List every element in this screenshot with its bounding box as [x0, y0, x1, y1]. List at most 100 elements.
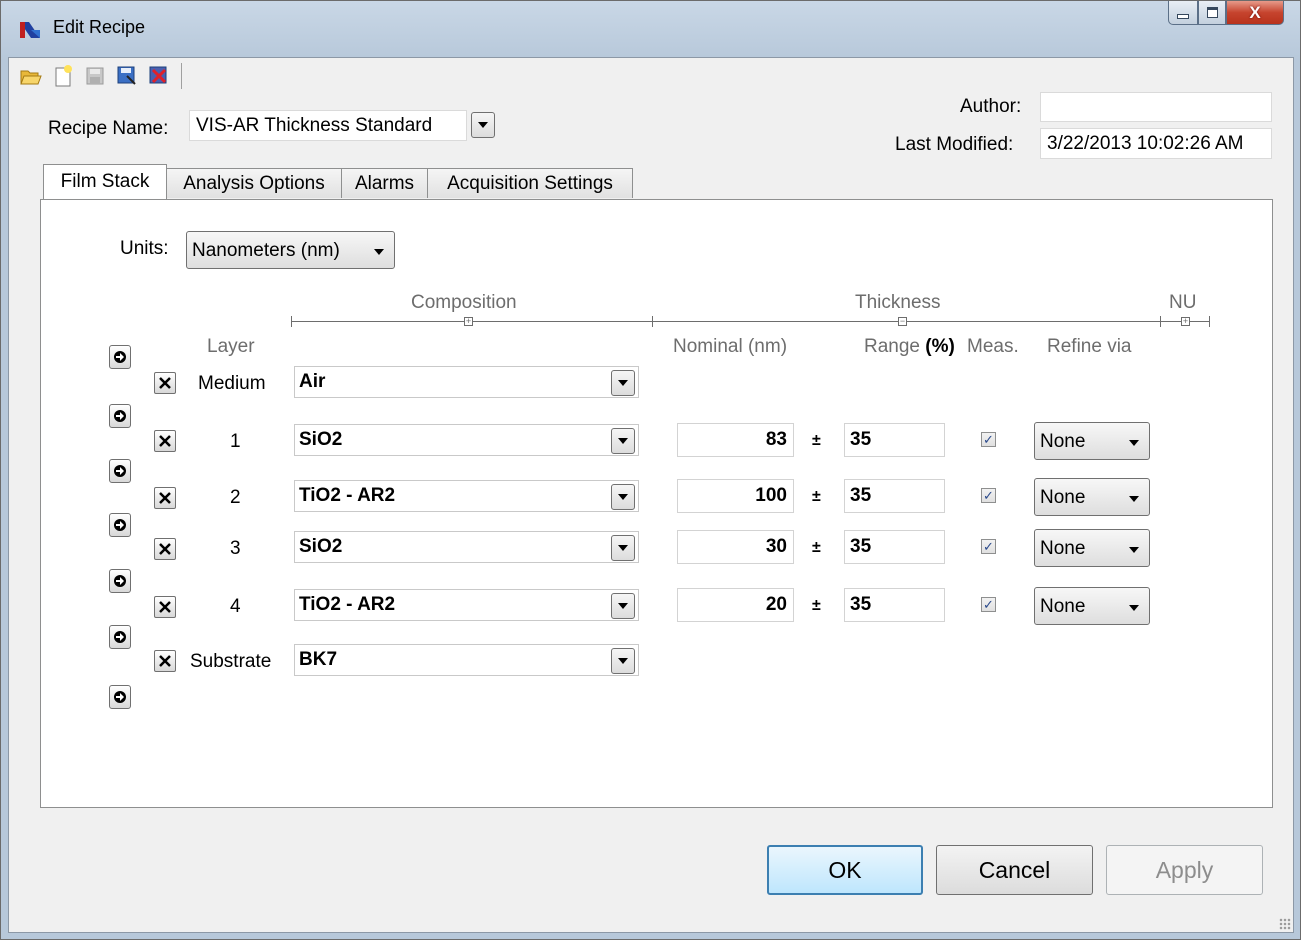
material-dropdown[interactable]	[611, 370, 635, 396]
composition-header: Composition	[411, 292, 517, 313]
delete-recipe-button[interactable]	[145, 63, 173, 89]
delete-layer-button[interactable]	[154, 538, 176, 560]
app-icon	[20, 22, 40, 38]
material-dropdown[interactable]	[611, 428, 635, 454]
layer-name: 2	[230, 487, 241, 508]
insert-layer-button[interactable]	[109, 345, 131, 369]
refine-select[interactable]: None	[1034, 587, 1150, 625]
layer-name: Medium	[198, 373, 266, 394]
refine-select[interactable]: None	[1034, 529, 1150, 567]
tab-film-stack[interactable]: Film Stack	[43, 164, 167, 199]
tab-alarms[interactable]: Alarms	[341, 168, 428, 198]
delete-layer-button[interactable]	[154, 372, 176, 394]
recipe-name-label: Recipe Name:	[48, 118, 169, 139]
insert-layer-button[interactable]	[109, 569, 131, 593]
chevron-down-icon	[1129, 547, 1139, 553]
material-combo[interactable]: SiO2	[294, 424, 639, 456]
author-field[interactable]	[1040, 92, 1272, 122]
checkmark-icon: ✓	[983, 596, 994, 612]
material-dropdown[interactable]	[611, 648, 635, 674]
measure-checkbox[interactable]: ✓	[981, 597, 996, 612]
resize-grip[interactable]	[1279, 918, 1291, 930]
chevron-down-icon	[618, 494, 628, 500]
expand-icon[interactable]: +	[1181, 317, 1190, 326]
minimize-button[interactable]	[1168, 1, 1198, 25]
chevron-down-icon	[1129, 440, 1139, 446]
plus-minus: ±	[812, 539, 821, 556]
expand-icon[interactable]: +	[464, 317, 473, 326]
measure-checkbox[interactable]: ✓	[981, 488, 996, 503]
delete-x-icon	[159, 601, 171, 613]
delete-layer-button[interactable]	[154, 430, 176, 452]
tab-analysis-options[interactable]: Analysis Options	[166, 168, 342, 198]
range-input[interactable]: 35	[844, 479, 945, 513]
units-select[interactable]: Nanometers (nm)	[186, 231, 395, 269]
apply-button[interactable]: Apply	[1106, 845, 1263, 895]
material-combo[interactable]: TiO2 - AR2	[294, 480, 639, 512]
refine-select[interactable]: None	[1034, 478, 1150, 516]
material-combo[interactable]: BK7	[294, 644, 639, 676]
collapse-icon[interactable]: −	[898, 317, 907, 326]
recipe-name-dropdown[interactable]	[471, 112, 495, 138]
delete-x-icon	[159, 492, 171, 504]
insert-layer-button[interactable]	[109, 625, 131, 649]
material-dropdown[interactable]	[611, 593, 635, 619]
close-button[interactable]: X	[1226, 1, 1284, 25]
insert-layer-button[interactable]	[109, 685, 131, 709]
measure-checkbox[interactable]: ✓	[981, 432, 996, 447]
save-button[interactable]	[81, 63, 109, 89]
delete-layer-button[interactable]	[154, 650, 176, 672]
insert-layer-button[interactable]	[109, 404, 131, 428]
layer-name: 1	[230, 431, 241, 452]
save-disk-icon	[86, 67, 104, 85]
material-dropdown[interactable]	[611, 484, 635, 510]
maximize-icon	[1206, 7, 1218, 18]
close-icon: X	[1249, 2, 1261, 22]
film-stack-panel: Units: Nanometers (nm) Composition + Thi…	[40, 199, 1273, 808]
material-combo[interactable]: Air	[294, 366, 639, 398]
open-button[interactable]	[17, 63, 45, 89]
edit-recipe-window: Edit Recipe X Recipe Name: VIS-AR Thickn…	[0, 0, 1301, 940]
chevron-down-icon	[618, 603, 628, 609]
layer-name: 3	[230, 538, 241, 559]
nominal-thickness-input[interactable]: 30	[677, 530, 794, 564]
toolbar	[17, 62, 182, 90]
cancel-button[interactable]: Cancel	[936, 845, 1093, 895]
material-combo[interactable]: SiO2	[294, 531, 639, 563]
material-combo[interactable]: TiO2 - AR2	[294, 589, 639, 621]
recipe-name-field[interactable]: VIS-AR Thickness Standard	[189, 110, 467, 141]
layer-name: Substrate	[190, 651, 272, 672]
dialog-body: Recipe Name: VIS-AR Thickness Standard A…	[8, 57, 1294, 933]
chevron-down-icon	[618, 438, 628, 444]
insert-layer-button[interactable]	[109, 513, 131, 537]
last-modified-field: 3/22/2013 10:02:26 AM	[1040, 128, 1272, 159]
refine-select[interactable]: None	[1034, 422, 1150, 460]
nominal-header: Nominal (nm)	[673, 336, 788, 357]
window-title: Edit Recipe	[53, 17, 146, 37]
measure-checkbox[interactable]: ✓	[981, 539, 996, 554]
tab-acquisition-settings[interactable]: Acquisition Settings	[427, 168, 633, 198]
title-bar[interactable]: Edit Recipe X	[1, 1, 1300, 57]
rule-tick	[1209, 316, 1210, 327]
range-input[interactable]: 35	[844, 588, 945, 622]
save-as-icon	[117, 66, 136, 85]
range-input[interactable]: 35	[844, 423, 945, 457]
delete-layer-button[interactable]	[154, 487, 176, 509]
nominal-thickness-input[interactable]: 100	[677, 479, 794, 513]
ok-button[interactable]: OK	[767, 845, 923, 895]
range-input[interactable]: 35	[844, 530, 945, 564]
insert-arrow-icon	[114, 351, 126, 363]
nominal-thickness-input[interactable]: 20	[677, 588, 794, 622]
maximize-button[interactable]	[1198, 1, 1226, 25]
insert-arrow-icon	[114, 410, 126, 422]
nominal-thickness-input[interactable]: 83	[677, 423, 794, 457]
save-as-button[interactable]	[113, 63, 141, 89]
minimize-icon	[1177, 14, 1189, 19]
insert-arrow-icon	[114, 575, 126, 587]
material-dropdown[interactable]	[611, 535, 635, 561]
delete-layer-button[interactable]	[154, 596, 176, 618]
layer-header: Layer	[207, 336, 255, 357]
insert-layer-button[interactable]	[109, 459, 131, 483]
new-button[interactable]	[49, 63, 77, 89]
checkmark-icon: ✓	[983, 431, 994, 447]
